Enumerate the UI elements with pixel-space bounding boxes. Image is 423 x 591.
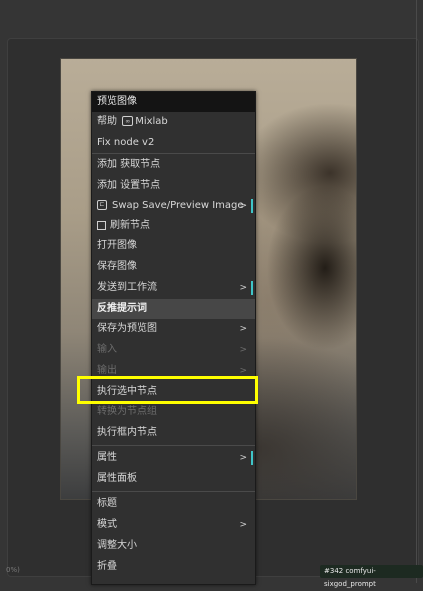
accent-bar [251,451,253,465]
context-menu: 预览图像 帮助 ∞ Mixlab Fix node v2 添加 获取节点 添加 设… [91,91,256,585]
panel-edge [416,0,417,583]
menu-item-open-image[interactable]: 打开图像 [92,236,255,256]
menu-separator [92,153,255,154]
menu-item-reverse-prompt[interactable]: 反推提示词 [92,299,255,319]
properties-label: 属性 [97,452,117,463]
menu-separator [92,491,255,492]
mixlab-icon: ∞ [122,116,134,126]
bottom-left-text: 0%) [6,566,20,574]
mixlab-label: Mixlab [135,116,168,127]
top-strip [0,0,423,30]
send-label: 发送到工作流 [97,282,157,293]
menu-separator [92,445,255,446]
menu-item-send-to-workflow[interactable]: 发送到工作流 > [92,278,255,298]
submenu-arrow-icon: > [239,324,247,334]
menu-item-collapse[interactable]: 折叠 [92,557,255,577]
submenu-arrow-icon: > [239,283,247,293]
menu-item-title[interactable]: 标题 [92,494,255,514]
submenu-arrow-icon: > [239,345,247,355]
help-label: 帮助 [97,116,117,127]
menu-item-fix-node[interactable]: Fix node v2 [92,133,255,153]
menu-item-input: 输入 > [92,340,255,360]
highlight-annotation-box [77,376,258,404]
menu-item-add-get-node[interactable]: 添加 获取节点 [92,155,255,175]
swap-label: Swap Save/Preview Image [112,200,244,211]
node-id-badge: #342 comfyui-sixgod_prompt [320,565,423,588]
menu-item-refresh-node[interactable]: 刷新节点 [92,216,255,236]
menu-item-resize[interactable]: 调整大小 [92,536,255,556]
menu-item-properties-panel[interactable]: 属性面板 [92,469,255,489]
refresh-label: 刷新节点 [110,220,150,231]
submenu-arrow-icon: > [239,520,247,530]
output-label: 输出 [97,365,117,376]
input-label: 输入 [97,344,117,355]
menu-item-save-image[interactable]: 保存图像 [92,257,255,277]
submenu-arrow-icon: > [239,201,247,211]
menu-item-help[interactable]: 帮助 ∞ Mixlab [92,112,255,132]
menu-item-swap-save[interactable]: ⊏ Swap Save/Preview Image > [92,196,255,216]
menu-item-add-set-node[interactable]: 添加 设置节点 [92,176,255,196]
swap-icon: ⊏ [97,200,107,210]
menu-item-save-as-preview[interactable]: 保存为预览图 > [92,319,255,339]
accent-bar [251,199,253,213]
accent-bar [251,281,253,295]
checkbox-icon [97,220,106,230]
save-preview-label: 保存为预览图 [97,323,157,334]
menu-item-properties[interactable]: 属性 > [92,448,255,468]
submenu-arrow-icon: > [239,453,247,463]
menu-title: 预览图像 [92,92,255,112]
menu-item-convert-to-group: 转换为节点组 [97,406,157,417]
menu-item-execute-in-frame[interactable]: 执行框内节点 [92,423,255,443]
mode-label: 模式 [97,519,117,530]
menu-item-mode[interactable]: 模式 > [92,515,255,535]
